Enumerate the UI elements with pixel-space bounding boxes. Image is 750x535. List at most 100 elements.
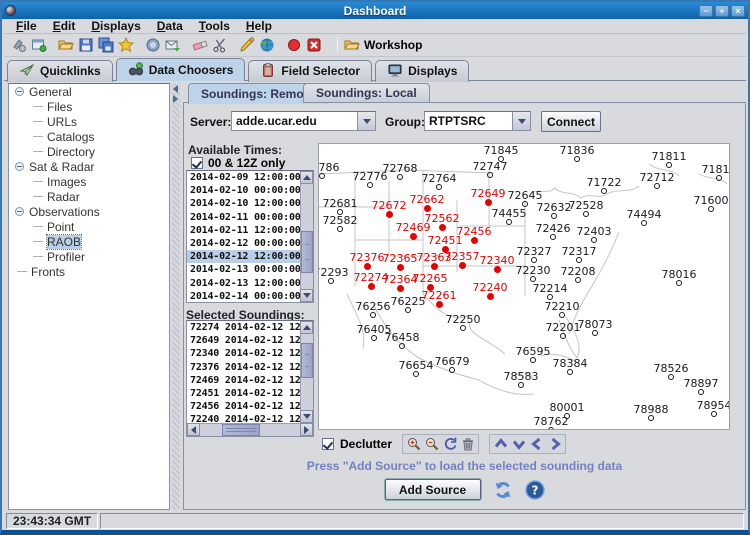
zoom-out-icon[interactable]: [423, 436, 440, 452]
menu-tools[interactable]: Tools: [191, 19, 238, 33]
sidebar-item-urls[interactable]: URLs: [33, 114, 169, 129]
scroll-thumb[interactable]: [301, 343, 313, 378]
soundings-vscrollbar[interactable]: [300, 321, 313, 423]
pan-left-icon[interactable]: [528, 436, 545, 452]
add-source-button[interactable]: Add Source: [385, 479, 481, 500]
soundings-hscrollbar[interactable]: [187, 423, 313, 436]
sidebar-item-files[interactable]: Files: [33, 99, 169, 114]
sounding-list-item[interactable]: 72649 2014-02-12 12:0: [187, 334, 300, 347]
scroll-thumb[interactable]: [301, 231, 313, 273]
pan-right-icon[interactable]: [546, 436, 563, 452]
reload-icon[interactable]: [493, 480, 513, 500]
split-pane-divider[interactable]: [172, 83, 180, 510]
save-as-icon[interactable]: [96, 36, 116, 55]
menu-edit[interactable]: Edit: [45, 19, 84, 33]
collapse-left-icon[interactable]: [173, 85, 178, 93]
sounding-list-item[interactable]: 72451 2014-02-12 12:0: [187, 387, 300, 400]
dock-icon[interactable]: [9, 36, 29, 55]
tab-quicklinks[interactable]: Quicklinks: [7, 60, 113, 82]
sidebar-item-profiler[interactable]: Profiler: [33, 249, 169, 264]
record-icon[interactable]: [284, 36, 304, 55]
scroll-thumb[interactable]: [222, 424, 260, 436]
sidebar-item-fronts[interactable]: Fronts: [17, 264, 169, 279]
selected-station-marker: [397, 285, 404, 292]
sidebar-item-general[interactable]: General: [9, 84, 169, 99]
pan-up-icon[interactable]: [492, 436, 509, 452]
show-dashboard-icon[interactable]: [29, 36, 49, 55]
time-list-item[interactable]: 2014-02-10 00:00:00Z: [187, 184, 300, 197]
time-list-item[interactable]: 2014-02-10 12:00:00Z: [187, 197, 300, 210]
tab-displays[interactable]: Displays: [375, 60, 469, 82]
server-combo[interactable]: adde.ucar.edu: [231, 111, 376, 131]
sidebar-item-images[interactable]: Images: [33, 174, 169, 189]
pan-down-icon[interactable]: [510, 436, 527, 452]
sounding-list-item[interactable]: 72376 2014-02-12 12:0: [187, 361, 300, 374]
tab-field-selector[interactable]: Field Selector: [248, 60, 372, 82]
menu-displays[interactable]: Displays: [83, 19, 148, 33]
zoom-in-icon[interactable]: [405, 436, 422, 452]
time-list-item[interactable]: 2014-02-13 12:00:00Z: [187, 277, 300, 290]
eraser-icon[interactable]: [190, 36, 210, 55]
rotate-icon[interactable]: [441, 436, 458, 452]
chevron-down-icon[interactable]: [512, 112, 530, 130]
delete-icon[interactable]: [459, 436, 476, 452]
z-filter-checkbox[interactable]: [191, 157, 203, 169]
tree-expand-knob[interactable]: [15, 162, 24, 171]
scroll-up-icon[interactable]: [300, 321, 313, 334]
support-icon[interactable]: [143, 36, 163, 55]
group-combo[interactable]: RTPTSRC: [424, 111, 531, 131]
time-list-item[interactable]: 2014-02-11 00:00:00Z: [187, 211, 300, 224]
stop-icon[interactable]: [304, 36, 324, 55]
scroll-right-icon[interactable]: [300, 423, 313, 436]
time-list-item[interactable]: 2014-02-14 00:00:00Z: [187, 290, 300, 302]
menu-data[interactable]: Data: [149, 19, 191, 33]
maximize-button[interactable]: +: [715, 5, 729, 17]
tree-expand-knob[interactable]: [15, 207, 24, 216]
favorites-star-icon[interactable]: [116, 36, 136, 55]
sounding-list-item[interactable]: 72469 2014-02-12 12:0: [187, 374, 300, 387]
binoculars-icon: [128, 61, 144, 80]
minimize-button[interactable]: −: [699, 5, 713, 17]
help-icon[interactable]: ?: [525, 480, 545, 500]
sounding-list-item[interactable]: 72456 2014-02-12 12:0: [187, 400, 300, 413]
time-list-item[interactable]: 2014-02-12 00:00:00Z: [187, 237, 300, 250]
sounding-list-item[interactable]: 72240 2014-02-12 12:0: [187, 413, 300, 423]
sidebar-item-point[interactable]: Point: [33, 219, 169, 234]
open-folder-icon[interactable]: [56, 36, 76, 55]
sidebar-item-sat-radar[interactable]: Sat & Radar: [9, 159, 169, 174]
tab-data-choosers[interactable]: Data Choosers: [116, 58, 246, 81]
save-icon[interactable]: [76, 36, 96, 55]
declutter-checkbox[interactable]: [322, 438, 334, 450]
connect-button[interactable]: Connect: [541, 111, 601, 132]
workshop-button[interactable]: Workshop: [344, 37, 422, 53]
map-zoom-tools: [402, 434, 479, 454]
tab-soundings-local[interactable]: Soundings: Local: [303, 83, 430, 103]
menu-help[interactable]: Help: [238, 19, 280, 33]
globe-icon[interactable]: [257, 36, 277, 55]
sidebar-item-observations[interactable]: Observations: [9, 204, 169, 219]
scroll-up-icon[interactable]: [300, 171, 313, 184]
time-list-item[interactable]: 2014-02-11 12:00:00Z: [187, 224, 300, 237]
menu-file[interactable]: File: [8, 19, 45, 33]
scroll-down-icon[interactable]: [300, 289, 313, 302]
time-list-item[interactable]: 2014-02-09 12:00:00Z: [187, 171, 300, 184]
tree-expand-knob[interactable]: [15, 87, 24, 96]
sidebar-item-directory[interactable]: Directory: [33, 144, 169, 159]
scroll-left-icon[interactable]: [187, 423, 200, 436]
sounding-list-item[interactable]: 72340 2014-02-12 12:0: [187, 347, 300, 360]
scroll-down-icon[interactable]: [300, 410, 313, 423]
mail-icon[interactable]: [163, 36, 183, 55]
sounding-list-item[interactable]: 72274 2014-02-12 12:0: [187, 321, 300, 334]
close-button[interactable]: ×: [731, 5, 745, 17]
idv-logo-icon: [5, 5, 16, 16]
time-list-item[interactable]: 2014-02-12 12:00:00Z: [187, 250, 300, 263]
cut-icon[interactable]: [210, 36, 230, 55]
sidebar-item-catalogs[interactable]: Catalogs: [33, 129, 169, 144]
time-list-item[interactable]: 2014-02-13 00:00:00Z: [187, 263, 300, 276]
expand-right-icon[interactable]: [173, 95, 178, 103]
sidebar-item-radar[interactable]: Radar: [33, 189, 169, 204]
times-scrollbar[interactable]: [300, 171, 313, 302]
sidebar-item-raob[interactable]: RAOB: [33, 234, 169, 249]
draw-icon[interactable]: [237, 36, 257, 55]
chevron-down-icon[interactable]: [357, 112, 375, 130]
